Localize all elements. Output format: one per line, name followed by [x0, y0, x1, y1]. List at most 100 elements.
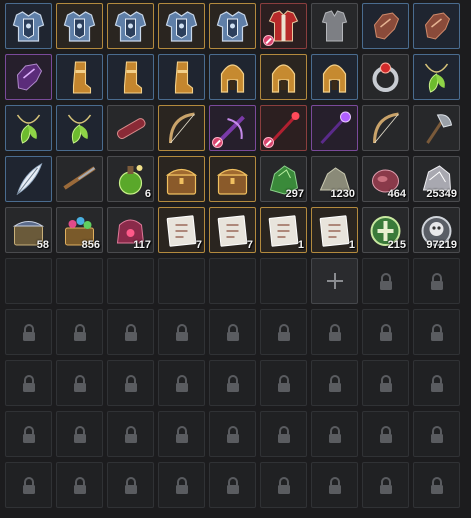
- locked-slot[interactable]: [362, 462, 409, 508]
- inventory-slot[interactable]: 7: [158, 207, 205, 253]
- locked-slot[interactable]: [413, 360, 460, 406]
- inventory-slot[interactable]: [107, 105, 154, 151]
- inventory-slot[interactable]: [260, 3, 307, 49]
- locked-slot[interactable]: [209, 360, 256, 406]
- locked-slot[interactable]: [158, 360, 205, 406]
- locked-slot[interactable]: [209, 411, 256, 457]
- inventory-slot[interactable]: [260, 54, 307, 100]
- locked-slot[interactable]: [413, 411, 460, 457]
- locked-slot[interactable]: [362, 309, 409, 355]
- inventory-slot[interactable]: 117: [107, 207, 154, 253]
- inventory-slot[interactable]: 6: [107, 156, 154, 202]
- locked-slot[interactable]: [158, 462, 205, 508]
- locked-slot[interactable]: [56, 462, 103, 508]
- inventory-slot[interactable]: [5, 3, 52, 49]
- inventory-slot[interactable]: [209, 156, 256, 202]
- inventory-slot[interactable]: 97219: [413, 207, 460, 253]
- empty-slot[interactable]: [260, 258, 307, 304]
- item-count: 25349: [426, 188, 457, 200]
- inventory-slot[interactable]: [362, 54, 409, 100]
- locked-slot[interactable]: [260, 360, 307, 406]
- locked-slot[interactable]: [260, 309, 307, 355]
- inventory-slot[interactable]: 58: [5, 207, 52, 253]
- locked-slot[interactable]: [56, 360, 103, 406]
- inventory-slot[interactable]: 856: [56, 207, 103, 253]
- empty-slot[interactable]: [158, 258, 205, 304]
- inventory-slot[interactable]: [5, 54, 52, 100]
- empty-slot[interactable]: [56, 258, 103, 304]
- inventory-slot[interactable]: [413, 3, 460, 49]
- inventory-slot[interactable]: [107, 3, 154, 49]
- lock-icon: [276, 426, 292, 443]
- inventory-slot[interactable]: [209, 54, 256, 100]
- item-count: 215: [387, 239, 406, 251]
- inventory-slot[interactable]: 1: [311, 207, 358, 253]
- empty-slot[interactable]: [107, 258, 154, 304]
- empty-slot[interactable]: [209, 258, 256, 304]
- locked-slot[interactable]: [311, 411, 358, 457]
- locked-slot[interactable]: [260, 462, 307, 508]
- inventory-slot[interactable]: 7: [209, 207, 256, 253]
- inventory-slot[interactable]: [56, 54, 103, 100]
- inventory-slot[interactable]: [56, 105, 103, 151]
- inventory-slot[interactable]: [413, 105, 460, 151]
- locked-slot[interactable]: [56, 411, 103, 457]
- inventory-slot[interactable]: [311, 54, 358, 100]
- inventory-slot[interactable]: 464: [362, 156, 409, 202]
- locked-slot[interactable]: [413, 462, 460, 508]
- inventory-slot[interactable]: [311, 3, 358, 49]
- locked-slot[interactable]: [362, 258, 409, 304]
- inventory-slot[interactable]: 1: [260, 207, 307, 253]
- inventory-slot[interactable]: [362, 105, 409, 151]
- locked-slot[interactable]: [107, 462, 154, 508]
- inventory-slot[interactable]: 215: [362, 207, 409, 253]
- locked-slot[interactable]: [158, 309, 205, 355]
- inventory-slot[interactable]: [209, 3, 256, 49]
- locked-slot[interactable]: [5, 360, 52, 406]
- locked-slot[interactable]: [158, 411, 205, 457]
- inventory-slot[interactable]: [158, 156, 205, 202]
- golden-boots-icon: [60, 58, 99, 96]
- inventory-slot[interactable]: [107, 54, 154, 100]
- locked-slot[interactable]: [311, 462, 358, 508]
- expand-slot-button[interactable]: [311, 258, 358, 304]
- inventory-slot[interactable]: 297: [260, 156, 307, 202]
- locked-slot[interactable]: [413, 258, 460, 304]
- locked-slot[interactable]: [5, 309, 52, 355]
- inventory-slot[interactable]: [413, 54, 460, 100]
- inventory-slot[interactable]: [5, 156, 52, 202]
- lock-icon: [276, 324, 292, 341]
- locked-slot[interactable]: [362, 360, 409, 406]
- musket-icon: [60, 160, 99, 198]
- inventory-slot[interactable]: [158, 54, 205, 100]
- locked-slot[interactable]: [311, 309, 358, 355]
- inventory-slot[interactable]: [209, 105, 256, 151]
- locked-slot[interactable]: [413, 309, 460, 355]
- inventory-slot[interactable]: [56, 3, 103, 49]
- locked-slot[interactable]: [56, 309, 103, 355]
- inventory-slot[interactable]: [260, 105, 307, 151]
- inventory-slot[interactable]: 1230: [311, 156, 358, 202]
- locked-slot[interactable]: [5, 411, 52, 457]
- item-count: 297: [285, 188, 304, 200]
- inventory-slot[interactable]: [362, 3, 409, 49]
- locked-slot[interactable]: [209, 462, 256, 508]
- locked-slot[interactable]: [260, 411, 307, 457]
- empty-slot[interactable]: [5, 258, 52, 304]
- locked-slot[interactable]: [5, 462, 52, 508]
- inventory-slot[interactable]: [5, 105, 52, 151]
- locked-slot[interactable]: [107, 309, 154, 355]
- lock-icon: [429, 375, 445, 392]
- inventory-slot[interactable]: [311, 105, 358, 151]
- locked-slot[interactable]: [107, 411, 154, 457]
- locked-slot[interactable]: [311, 360, 358, 406]
- lock-icon: [429, 273, 445, 290]
- inventory-slot[interactable]: [158, 105, 205, 151]
- golden-helmet-icon: [315, 58, 354, 96]
- locked-slot[interactable]: [107, 360, 154, 406]
- inventory-slot[interactable]: 25349: [413, 156, 460, 202]
- inventory-slot[interactable]: [158, 3, 205, 49]
- locked-slot[interactable]: [209, 309, 256, 355]
- inventory-slot[interactable]: [56, 156, 103, 202]
- locked-slot[interactable]: [362, 411, 409, 457]
